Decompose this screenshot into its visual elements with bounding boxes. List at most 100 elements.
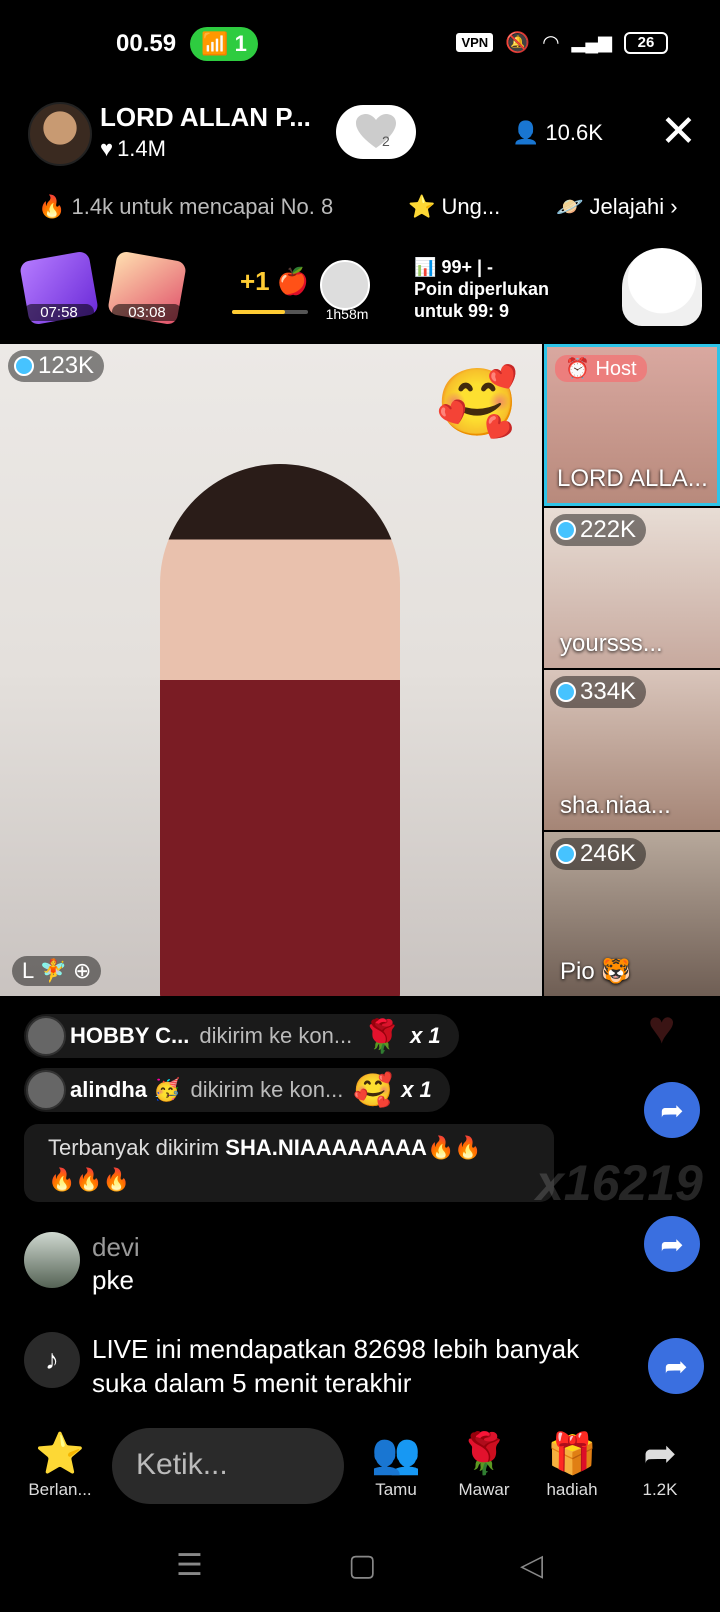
share-arrow-icon: ➦ — [664, 1350, 688, 1382]
share-arrow-icon: ➦ — [660, 1094, 684, 1126]
rose-icon: 🌹 — [459, 1432, 509, 1476]
rewards-row: 07:58 03:08 +1 🍎 1h58m 📊 99+ | - Poin di… — [0, 248, 720, 326]
points-top: 📊 99+ | - — [414, 257, 494, 277]
score-pill: 334K — [550, 676, 647, 708]
comment-text: LIVE ini mendapatkan 82698 lebih banyak … — [92, 1334, 580, 1398]
chevron-right-icon: › — [670, 194, 678, 219]
comment-input[interactable]: Ketik... — [112, 1428, 344, 1504]
host-likes: ♥ 1.4M — [100, 136, 166, 161]
score-pill: 246K — [550, 838, 647, 870]
diamond-icon — [556, 520, 576, 540]
gift-button[interactable]: 🎁 hadiah — [532, 1428, 612, 1500]
guests-button[interactable]: 👥 Tamu — [356, 1428, 436, 1500]
rose-icon: 🌹 — [362, 1018, 403, 1054]
status-bar: 00.59 📶 1 VPN 🔕 ◠ ▂▄▆ 26 — [0, 0, 720, 90]
planet-icon: 🪐 — [556, 194, 584, 219]
chest-timer: 07:58 — [24, 304, 94, 321]
streamer-figure — [160, 464, 400, 996]
ung-link[interactable]: ⭐ Ung... — [408, 194, 500, 220]
share-button[interactable]: ➦ — [644, 1216, 700, 1272]
back-icon[interactable]: ◁ — [520, 1548, 543, 1583]
comment[interactable]: devi pke — [24, 1232, 140, 1297]
avatar — [26, 1016, 66, 1056]
explore-link[interactable]: 🪐 Jelajahi › — [556, 194, 678, 220]
avatar[interactable] — [28, 102, 92, 166]
gift-action: dikirim ke kon... — [199, 1023, 353, 1048]
gift-sender: alindha 🥳 — [70, 1077, 181, 1102]
svg-text:2: 2 — [382, 133, 390, 149]
tile-label: LORD ALLA... — [557, 465, 708, 492]
bottom-toolbar: ⭐ Berlan... Ketik... 👥 Tamu 🌹 Mawar 🎁 ha… — [0, 1428, 720, 1516]
hug-emoji-icon: 🥰 — [436, 365, 519, 439]
points-panel[interactable]: 📊 99+ | - Poin diperlukan untuk 99: 9 — [414, 256, 549, 322]
signal-icon: ▂▄▆ — [571, 32, 612, 52]
guest-tile[interactable]: 246K Pio 🐯 — [544, 832, 720, 996]
gift-message[interactable]: alindha 🥳 dikirim ke kon... 🥰 x 1 — [24, 1068, 450, 1112]
progress-bar — [232, 310, 308, 314]
user-badge[interactable]: L 🧚 ⊕ — [12, 956, 102, 986]
host-tag: ⏰ Host — [555, 355, 647, 382]
comment-author: devi — [92, 1232, 140, 1262]
share-count-button[interactable]: ➦ 1.2K — [620, 1428, 700, 1500]
mini-timer: 1h58m — [325, 306, 369, 322]
vpn-badge: VPN — [456, 33, 494, 52]
tile-label: sha.niaa... — [560, 792, 671, 819]
points-line: Poin diperlukan — [414, 279, 550, 299]
progress-fill — [232, 310, 286, 314]
hug-emoji-icon: 🥰 — [353, 1072, 394, 1108]
apple-icon: 🍎 — [276, 266, 310, 296]
follow-button[interactable]: 2 — [336, 105, 416, 159]
score-pill: 123K — [8, 350, 105, 382]
tiktok-logo-icon: ♪ — [24, 1332, 80, 1388]
top-sender-banner: Terbanyak dikirim SHA.NIAAAAAAAA🔥🔥 🔥🔥🔥 — [24, 1124, 554, 1202]
tile-label: yoursss... — [560, 630, 663, 657]
share-button[interactable]: ➦ — [648, 1338, 704, 1394]
gift-count: x 1 — [401, 1077, 432, 1102]
watermark: x16219 — [536, 1155, 703, 1211]
share-button[interactable]: ➦ — [644, 1082, 700, 1138]
gift-message[interactable]: HOBBY C... dikirim ke kon... 🌹 x 1 — [24, 1014, 459, 1058]
diamond-icon — [14, 356, 34, 376]
guest-tile-host[interactable]: ⏰ Host LORD ALLA... — [544, 344, 720, 506]
berlangganan-button[interactable]: ⭐ Berlan... — [20, 1428, 100, 1500]
host-name[interactable]: LORD ALLAN P... — [100, 102, 311, 133]
guest-tile[interactable]: 222K yoursss... — [544, 508, 720, 668]
comment-text: pke — [92, 1265, 134, 1295]
system-comment: ♪ LIVE ini mendapatkan 82698 lebih banya… — [24, 1332, 634, 1400]
viewer-count[interactable]: 👤 10.6K — [512, 120, 603, 146]
share-arrow-icon: ➦ — [643, 1432, 677, 1476]
guest-tile[interactable]: 334K sha.niaa... — [544, 670, 720, 830]
top-sender-name: SHA.NIAAAAAAAA🔥🔥 — [225, 1135, 482, 1160]
plus-one-badge[interactable]: +1 🍎 — [240, 266, 309, 297]
person-icon: 👤 — [512, 120, 540, 145]
points-line: untuk 99: 9 — [414, 301, 510, 321]
star-icon: ⭐ — [35, 1432, 85, 1476]
gift-action: dikirim ke kon... — [190, 1077, 344, 1102]
info-row: 🔥 1.4k untuk mencapai No. 8 ⭐ Ung... 🪐 J… — [0, 190, 720, 230]
gift-sender: HOBBY C... — [70, 1023, 190, 1048]
diamond-icon — [556, 844, 576, 864]
heart-icon: ♥ — [100, 136, 114, 161]
gift-count: x 1 — [410, 1023, 441, 1048]
bars-icon: 📊 — [414, 257, 437, 277]
avatar — [24, 1232, 80, 1288]
lucky-cat-icon[interactable] — [622, 248, 702, 326]
tile-label: Pio 🐯 — [560, 958, 632, 985]
people-icon: 👥 — [371, 1432, 421, 1476]
rank-progress-text[interactable]: 🔥 1.4k untuk mencapai No. 8 — [38, 194, 333, 220]
main-video-tile[interactable]: 123K 🥰 L 🧚 ⊕ — [0, 344, 542, 996]
avatar[interactable] — [320, 260, 370, 310]
share-arrow-icon: ➦ — [660, 1228, 684, 1260]
mute-icon: 🔕 — [505, 32, 531, 54]
close-button[interactable]: ✕ — [660, 110, 697, 154]
heart-icon: ♥ — [648, 1001, 676, 1053]
diamond-icon — [556, 682, 576, 702]
battery-indicator: 26 — [624, 31, 668, 54]
menu-icon[interactable]: ☰ — [176, 1548, 203, 1583]
live-header: LORD ALLAN P... ♥ 1.4M 2 👤 10.6K ✕ — [0, 100, 720, 170]
chest-timer: 03:08 — [112, 304, 182, 321]
gift-icon: 🎁 — [547, 1432, 597, 1476]
rose-button[interactable]: 🌹 Mawar — [444, 1428, 524, 1500]
score-pill: 222K — [550, 514, 647, 546]
home-icon[interactable]: ▢ — [348, 1548, 376, 1583]
